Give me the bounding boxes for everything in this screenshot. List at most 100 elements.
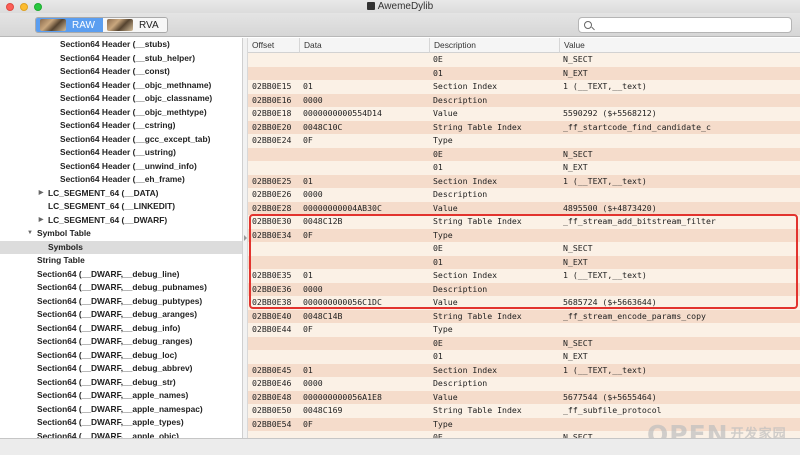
sidebar-item-label: Section64 (__DWARF,__apple_types) (37, 417, 184, 427)
table-row[interactable]: 02BB0E16 0000 Description (248, 93, 800, 108)
offset-cell: 02BB0E26 (252, 189, 292, 199)
data-cell (303, 256, 428, 270)
sidebar-item[interactable]: Section64 Header (__const) (0, 65, 242, 79)
divider-grip-icon (244, 235, 247, 241)
table-row[interactable]: 02BB0E18 0000000000554D14 Value 5590292 ($+… (248, 107, 800, 121)
table-row[interactable]: 02BB0E45 01 Section Index 1 (__TEXT,__text) (248, 363, 800, 377)
table-row[interactable]: 02BB0E46 0000 Description (248, 377, 800, 391)
column-header-data[interactable]: Data (300, 38, 430, 53)
description-cell: Section Index (433, 175, 498, 186)
table-row[interactable]: 01 N_EXT (248, 350, 800, 364)
window-title: AwemeDylib (0, 0, 800, 13)
offset-cell: 02BB0E48 (252, 391, 292, 402)
data-cell (303, 242, 428, 256)
table-row[interactable]: 01 N_EXT (248, 255, 800, 270)
data-cell: 000000000056A1E8 (303, 391, 382, 402)
description-cell: 0E (433, 243, 443, 253)
data-cell: 0000 (303, 189, 323, 199)
sidebar-item[interactable]: Section64 Header (__objc_methname) (0, 79, 242, 93)
sidebar-item-label: Section64 Header (__stubs) (60, 39, 170, 49)
table-row[interactable]: 02BB0E40 0048C14B String Table Index _ff_st… (248, 309, 800, 323)
table-row[interactable]: 02BB0E34 0F Type (248, 228, 800, 242)
table-row[interactable]: 02BB0E35 01 Section Index 1 (__TEXT,__text) (248, 269, 800, 283)
sidebar-item-label: Section64 (__DWARF,__debug_pubnames) (37, 282, 207, 292)
table-row[interactable]: 02BB0E25 01 Section Index 1 (__TEXT,__text) (248, 174, 800, 188)
sidebar-item[interactable]: Section64 (__DWARF,__debug_line) (0, 268, 242, 282)
sidebar-item[interactable]: Section64 Header (__objc_methtype) (0, 106, 242, 120)
table-row[interactable]: 02BB0E24 0F Type (248, 134, 800, 148)
sidebar-item[interactable]: Section64 Header (__cstring) (0, 119, 242, 133)
table-row[interactable]: 01 N_EXT (248, 161, 800, 175)
rva-mode-button[interactable]: RVA (102, 18, 167, 32)
table-row[interactable]: 02BB0E28 00000000004AB30C Value 4895500 ($+… (248, 201, 800, 215)
table-row[interactable]: 02BB0E36 0000 Description (248, 282, 800, 296)
data-cell (303, 53, 428, 67)
disclosure-collapsed-icon[interactable]: ▶ (37, 214, 45, 228)
description-cell: Description (433, 94, 488, 105)
app-window: AwemeDylib RAW RVA Section64 Header (__s… (0, 0, 800, 455)
sidebar-item[interactable]: ▶ LC_SEGMENT_64 (__DATA) (0, 187, 242, 201)
search-field[interactable] (578, 17, 792, 33)
sidebar-item[interactable]: Section64 (__DWARF,__debug_aranges) (0, 308, 242, 322)
column-header-value[interactable]: Value (560, 38, 800, 53)
description-cell: Section Index (433, 270, 498, 280)
sidebar-item[interactable]: ▼ Symbol Table (0, 227, 242, 241)
sidebar-item[interactable]: Section64 Header (__stubs) (0, 38, 242, 52)
table-row[interactable]: 02BB0E15 01 Section Index 1 (__TEXT,__text) (248, 80, 800, 94)
sidebar-item[interactable]: Section64 (__DWARF,__debug_loc) (0, 349, 242, 363)
disclosure-collapsed-icon[interactable]: ▶ (37, 187, 45, 201)
description-cell: Value (433, 391, 458, 402)
table-row[interactable]: 0E N_SECT (248, 242, 800, 256)
table-row[interactable]: 0E N_SECT (248, 53, 800, 67)
sidebar-item[interactable]: Section64 (__DWARF,__debug_pubnames) (0, 281, 242, 295)
offset-cell: 02BB0E54 (252, 418, 292, 429)
table-row[interactable]: 02BB0E50 0048C169 String Table Index _ff_su… (248, 404, 800, 418)
data-cell: 0048C169 (303, 405, 343, 415)
column-header-description[interactable]: Description (430, 38, 560, 53)
raw-mode-button[interactable]: RAW (36, 18, 103, 32)
value-cell: 1 (__TEXT,__text) (563, 270, 647, 280)
sidebar-item[interactable]: LC_SEGMENT_64 (__LINKEDIT) (0, 200, 242, 214)
sidebar-item[interactable]: Section64 (__DWARF,__apple_objc) (0, 430, 242, 439)
sidebar-item[interactable]: Section64 Header (__eh_frame) (0, 173, 242, 187)
table-row[interactable]: 01 N_EXT (248, 66, 800, 80)
table-row[interactable]: 02BB0E30 0048C12B String Table Index _ff_st… (248, 215, 800, 229)
sidebar-item[interactable]: Section64 (__DWARF,__debug_str) (0, 376, 242, 390)
table-row[interactable]: 02BB0E44 0F Type (248, 323, 800, 337)
sidebar-item[interactable]: ▶ LC_SEGMENT_64 (__DWARF) (0, 214, 242, 228)
sidebar-item[interactable]: Section64 (__DWARF,__debug_abbrev) (0, 362, 242, 376)
table-row[interactable]: 02BB0E48 000000000056A1E8 Value 5677544 ($+… (248, 390, 800, 404)
column-header-offset[interactable]: Offset (248, 38, 300, 53)
sidebar-item-label: Section64 (__DWARF,__apple_namespac) (37, 403, 203, 414)
offset-cell: 02BB0E40 (252, 310, 292, 321)
sidebar-item[interactable]: Section64 (__DWARF,__debug_ranges) (0, 335, 242, 349)
offset-cell (252, 350, 302, 364)
sidebar-item[interactable]: Section64 (__DWARF,__apple_types) (0, 416, 242, 430)
table-row[interactable]: 02BB0E38 000000000056C1DC Value 5685724 ($+… (248, 296, 800, 310)
data-cell (303, 350, 428, 364)
table-row[interactable]: 02BB0E20 0048C10C String Table Index _ff_st… (248, 120, 800, 134)
disclosure-expanded-icon[interactable]: ▼ (26, 227, 34, 241)
sidebar-item[interactable]: Section64 Header (__stub_helper) (0, 52, 242, 66)
table-row[interactable]: 0E N_SECT (248, 147, 800, 161)
table-row[interactable]: 0E N_SECT (248, 336, 800, 350)
value-cell: 4895500 ($+4873420) (563, 202, 657, 213)
sidebar-item[interactable]: Symbols (0, 240, 242, 254)
sidebar-item-label: LC_SEGMENT_64 (__DATA) (48, 187, 159, 198)
description-cell: Type (433, 135, 453, 145)
table-row[interactable]: 02BB0E26 0000 Description (248, 188, 800, 202)
status-bar (0, 438, 800, 455)
value-cell: N_SECT (563, 54, 593, 64)
sidebar-item[interactable]: Section64 (__DWARF,__debug_info) (0, 322, 242, 336)
offset-cell: 02BB0E16 (252, 94, 292, 105)
sidebar-item[interactable]: Section64 (__DWARF,__apple_names) (0, 389, 242, 403)
sidebar-item-label: Section64 (__DWARF,__debug_info) (37, 322, 181, 333)
sidebar-item[interactable]: Section64 Header (__ustring) (0, 146, 242, 160)
sidebar-item[interactable]: Section64 Header (__gcc_except_tab) (0, 133, 242, 147)
sidebar-item[interactable]: Section64 Header (__objc_classname) (0, 92, 242, 106)
sidebar-item[interactable]: Section64 (__DWARF,__debug_pubtypes) (0, 295, 242, 309)
value-cell (563, 94, 800, 108)
sidebar-item[interactable]: String Table (0, 254, 242, 268)
sidebar-item[interactable]: Section64 (__DWARF,__apple_namespac) (0, 403, 242, 417)
sidebar-item[interactable]: Section64 Header (__unwind_info) (0, 160, 242, 174)
